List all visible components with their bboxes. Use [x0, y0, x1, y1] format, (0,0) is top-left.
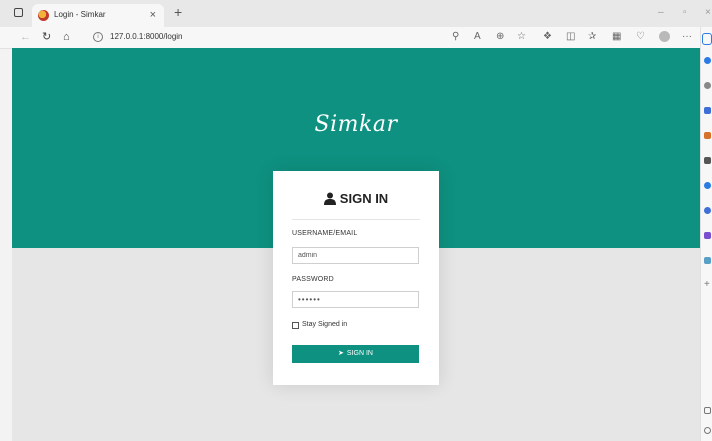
back-icon[interactable]: ←: [20, 30, 31, 44]
profile-avatar-icon[interactable]: [659, 31, 670, 42]
rail-games-icon[interactable]: [704, 132, 711, 139]
rail-outlook-icon[interactable]: [704, 207, 711, 214]
window-close-button[interactable]: ×: [705, 7, 711, 19]
extension-icon[interactable]: ❖: [543, 31, 552, 43]
more-options-icon[interactable]: ···: [682, 31, 692, 43]
refresh-icon[interactable]: ↻: [42, 30, 51, 44]
signin-button-label: SIGN IN: [346, 350, 373, 357]
rail-search-icon[interactable]: [704, 82, 711, 89]
rail-bird-icon[interactable]: [704, 257, 711, 264]
remember-checkbox[interactable]: [292, 322, 299, 329]
rail-add-icon[interactable]: +: [704, 280, 710, 290]
user-icon: [323, 192, 336, 205]
info-icon[interactable]: i: [93, 32, 103, 42]
read-aloud-icon[interactable]: A: [474, 31, 481, 43]
rail-tools-icon[interactable]: [704, 107, 711, 114]
tab-actions-icon[interactable]: [14, 8, 23, 17]
page-viewport: Simkar SIGN IN USERNAME/EMAIL PASSWORD •…: [12, 48, 700, 441]
heading-divider: [292, 219, 420, 220]
brand-logo: Simkar: [314, 112, 398, 137]
zoom-icon[interactable]: ⊕: [496, 31, 504, 43]
browser-tab[interactable]: Login - Simkar ×: [32, 4, 164, 27]
home-icon[interactable]: ⌂: [63, 30, 70, 44]
new-tab-button[interactable]: +: [174, 4, 182, 20]
password-input[interactable]: ••••••: [292, 291, 419, 308]
rail-person-icon[interactable]: [704, 157, 711, 164]
login-card: SIGN IN USERNAME/EMAIL PASSWORD •••••• S…: [273, 171, 439, 385]
username-input[interactable]: [292, 247, 419, 264]
tab-title: Login - Simkar: [54, 10, 106, 19]
browser-titlebar: Login - Simkar × + – ▫ ×: [0, 0, 712, 27]
rail-shopping-icon[interactable]: [704, 57, 711, 64]
signin-button[interactable]: ➤ SIGN IN: [292, 345, 419, 363]
login-heading: SIGN IN: [273, 191, 439, 207]
login-title: SIGN IN: [339, 191, 389, 206]
rail-drop-icon[interactable]: [704, 232, 711, 239]
password-label: PASSWORD: [292, 276, 334, 283]
url-text[interactable]: 127.0.0.1:8000/login: [110, 32, 183, 41]
rail-settings-icon[interactable]: [704, 427, 711, 434]
browser-essentials-icon[interactable]: ♡: [636, 31, 645, 43]
username-label: USERNAME/EMAIL: [292, 230, 358, 237]
copilot-icon[interactable]: [702, 33, 712, 45]
restore-button[interactable]: ▫: [683, 7, 687, 19]
favorites-icon[interactable]: ✰: [588, 31, 596, 43]
rail-panel-icon[interactable]: [704, 407, 711, 414]
favicon-icon: [38, 10, 49, 21]
tab-close-icon[interactable]: ×: [150, 8, 156, 22]
edge-sidebar: +: [700, 27, 712, 441]
split-screen-icon[interactable]: ◫: [566, 31, 575, 43]
collections-icon[interactable]: ▦: [612, 31, 621, 43]
favorite-star-icon[interactable]: ☆: [517, 31, 526, 43]
remember-label[interactable]: Stay Signed in: [302, 321, 347, 328]
rail-office-icon[interactable]: [704, 182, 711, 189]
minimize-button[interactable]: –: [658, 7, 664, 19]
address-bar-row: ← ↻ ⌂ i 127.0.0.1:8000/login ⚲ A ⊕ ☆ ❖ ◫…: [0, 27, 712, 49]
signin-icon: ➤: [338, 350, 344, 357]
search-icon[interactable]: ⚲: [452, 31, 459, 43]
